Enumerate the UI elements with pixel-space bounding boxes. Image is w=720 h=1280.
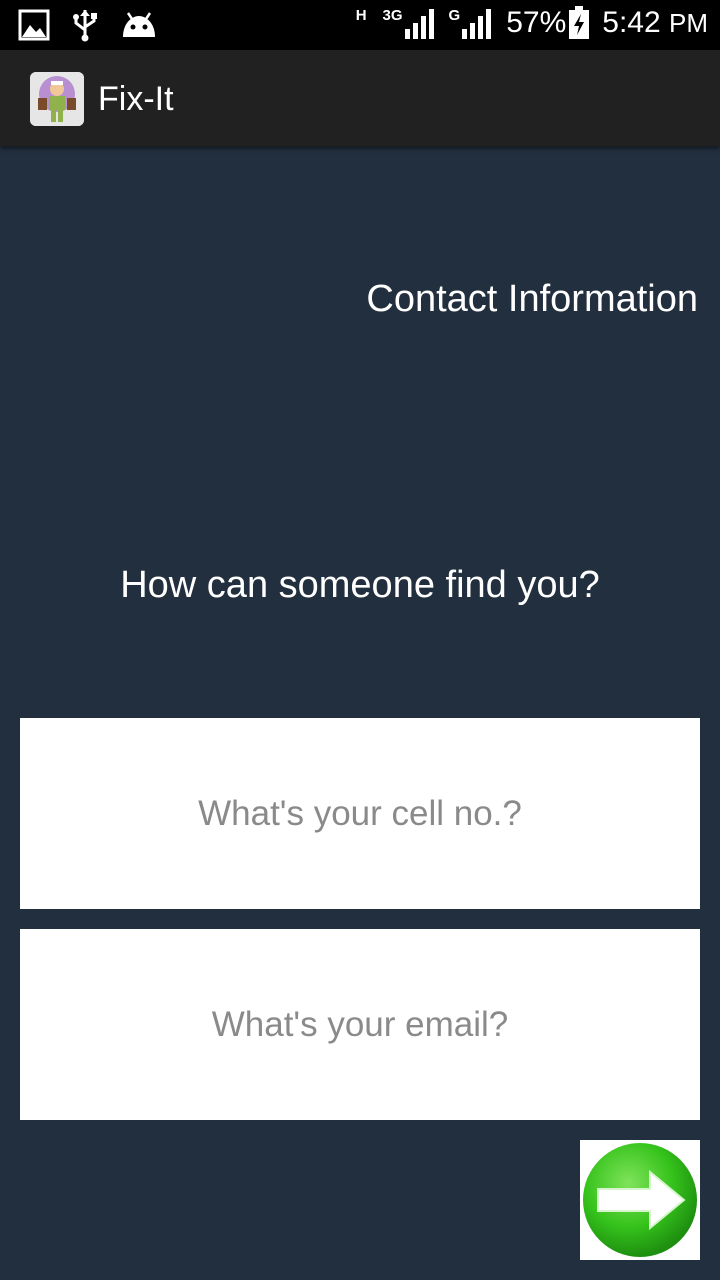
app-logo-icon[interactable] bbox=[30, 72, 84, 126]
action-bar: Fix-It bbox=[0, 50, 720, 146]
network-type-h: H bbox=[355, 6, 367, 24]
status-left-icons bbox=[18, 8, 158, 42]
cell-number-input[interactable] bbox=[20, 718, 700, 909]
page-heading: Contact Information bbox=[366, 278, 698, 320]
clock-ampm: PM bbox=[669, 8, 708, 38]
status-bar: H 3G G 57% 5:42 PM bbox=[0, 0, 720, 50]
next-button[interactable] bbox=[580, 1140, 700, 1260]
signal-strength-icon bbox=[404, 9, 434, 39]
battery-charging-icon bbox=[569, 6, 590, 39]
green-right-arrow-icon bbox=[583, 1143, 697, 1257]
signal-strength-icon-2 bbox=[462, 9, 492, 39]
usb-icon bbox=[73, 10, 97, 42]
android-icon bbox=[123, 12, 155, 37]
image-icon bbox=[18, 9, 50, 41]
network-type-g: G bbox=[448, 6, 461, 24]
clock-time: 5:42 bbox=[602, 6, 661, 39]
app-title: Fix-It bbox=[98, 80, 174, 118]
clock: 5:42 PM bbox=[602, 6, 708, 40]
status-right-icons: H 3G G 57% 5:42 PM bbox=[356, 6, 708, 40]
network-type-3g: 3G bbox=[382, 6, 403, 24]
battery-percent: 57% bbox=[506, 6, 567, 39]
page-question: How can someone find you? bbox=[120, 564, 600, 606]
email-input[interactable] bbox=[20, 929, 700, 1120]
